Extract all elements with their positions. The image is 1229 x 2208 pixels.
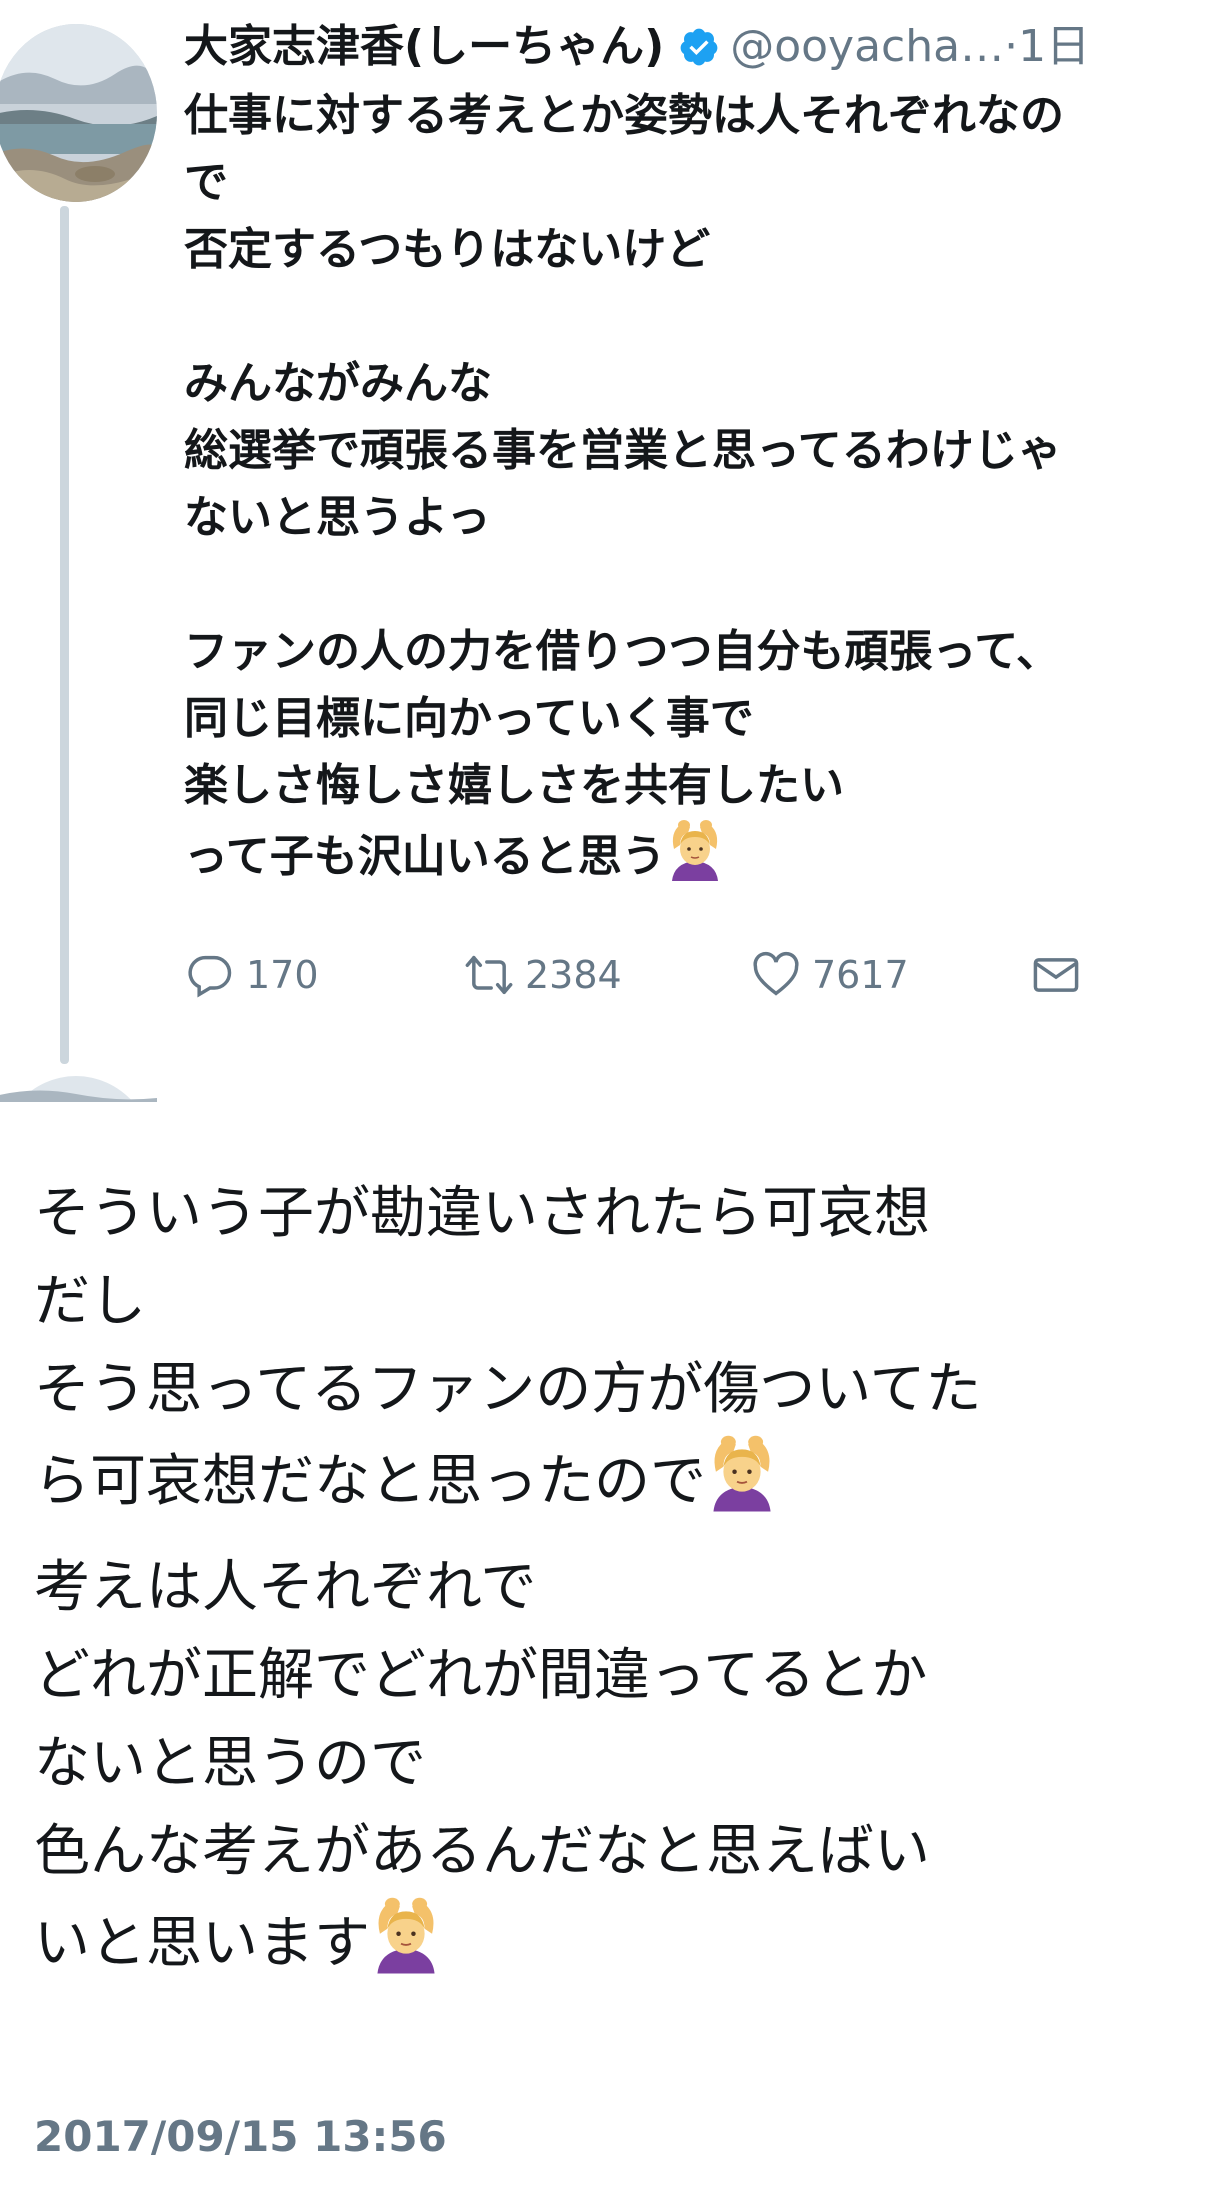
like-count: 7617 (812, 953, 909, 997)
reply-line: ないと思うので (34, 1731, 426, 1796)
reply-line-text: いと思います (34, 1911, 370, 1976)
retweet-button[interactable]: 2384 (463, 945, 622, 1005)
reply-icon (188, 955, 232, 998)
reply-line: だし (34, 1269, 146, 1334)
reply-line: そういう子が勘違いされたら可哀想 (34, 1181, 930, 1246)
thread-line (60, 206, 69, 1064)
reply-count: 170 (246, 953, 319, 997)
tweet-line: 仕事に対する考えとか姿勢は人それぞれなの (184, 90, 1064, 141)
heart-icon (753, 951, 799, 996)
timestamp: 2017/09/15 13:56 (34, 2112, 447, 2161)
person-gesturing-ok-emoji-icon (713, 1435, 771, 1512)
reply-line: そう思ってるファンの方が傷ついてた (34, 1357, 982, 1422)
tweet[interactable]: 大家志津香(しーちゃん) @ooyacha… · 1日 仕事に対する考えとか姿勢… (0, 0, 1229, 1102)
tweet-line: ファンの人の力を借りつつ自分も頑張って、 (184, 626, 1061, 677)
tweet-line: 楽しさ悔しさ嬉しさを共有したい (184, 760, 844, 811)
tweet-line: ないと思うよっ (184, 492, 491, 543)
next-avatar-photo (0, 1076, 157, 1102)
envelope-icon (1033, 958, 1079, 992)
reply-line: 考えは人それぞれで (34, 1555, 537, 1620)
person-gesturing-ok-emoji-icon (671, 820, 718, 881)
next-tweet-avatar-peek (0, 1066, 1229, 1102)
direct-message-button[interactable] (1030, 945, 1082, 1005)
tweet-line-text: って子も沢山いると思う (184, 831, 666, 882)
reply-paragraph: 考えは人それぞれで どれが正解でどれが間違ってるとか ないと思うので 色んな考え… (34, 1544, 1204, 1984)
separator: · (1004, 21, 1019, 72)
tweet-line: 否定するつもりはないけど (184, 224, 711, 275)
reply-line: どれが正解でどれが間違ってるとか (34, 1643, 928, 1708)
reply-line: いと思います (34, 1896, 1204, 1984)
handle[interactable]: @ooyacha… (730, 16, 1004, 78)
tweet-line: 総選挙で頑張る事を営業と思ってるわけじゃ (184, 425, 1062, 476)
reply-line: ら可哀想だなと思ったので (34, 1434, 1204, 1522)
verified-badge-icon (680, 28, 718, 66)
tweet-time[interactable]: 1日 (1018, 16, 1090, 78)
retweet-count: 2384 (525, 953, 622, 997)
reply-button[interactable]: 170 (184, 945, 319, 1005)
tweet-line: 同じ目標に向かっていく事で (184, 693, 754, 744)
person-gesturing-ok-emoji-icon (377, 1897, 435, 1974)
like-button[interactable]: 7617 (750, 945, 909, 1005)
avatar[interactable] (0, 24, 157, 202)
reply-line-text: ら可哀想だなと思ったので (34, 1449, 706, 1514)
avatar-photo (0, 24, 157, 202)
tweet-line: で (184, 157, 228, 208)
reply-line: 色んな考えがあるんだなと思えばい (34, 1819, 930, 1884)
retweet-icon (465, 955, 513, 995)
tweet-header: 大家志津香(しーちゃん) @ooyacha… · 1日 (184, 16, 1090, 78)
tweet-text: 仕事に対する考えとか姿勢は人それぞれなの で 否定するつもりはないけど みんなが… (184, 82, 1229, 886)
tweet-line-last: って子も沢山いると思う (184, 819, 1229, 886)
reply-text: そういう子が勘違いされたら可哀想 だし そう思ってるファンの方が傷ついてた ら可… (34, 1170, 1204, 2006)
reply-paragraph: そういう子が勘違いされたら可哀想 だし そう思ってるファンの方が傷ついてた ら可… (34, 1170, 1204, 1522)
tweet-line: みんながみんな (184, 358, 492, 409)
display-name[interactable]: 大家志津香(しーちゃん) (184, 16, 664, 78)
